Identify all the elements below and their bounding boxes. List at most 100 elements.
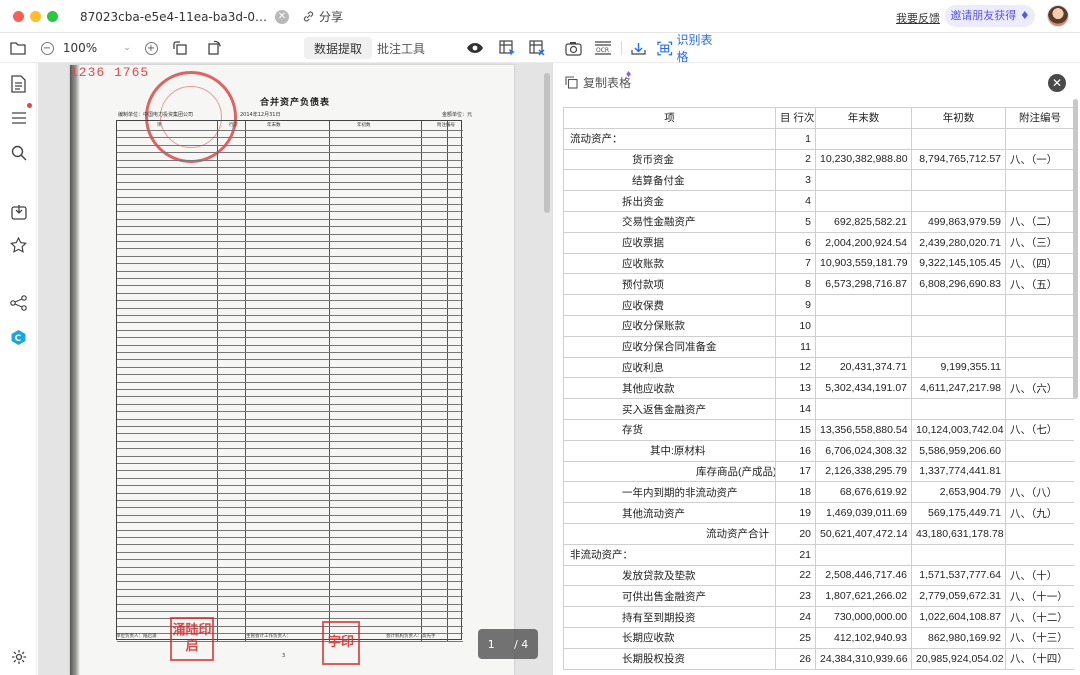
table-cell-note[interactable] — [1005, 522, 1074, 545]
table-cell-end[interactable]: 692,825,582.21 — [815, 210, 912, 233]
table-cell-name[interactable]: 预付款项 — [563, 273, 776, 296]
table-cell-no[interactable]: 18 — [775, 481, 816, 504]
table-cell-name[interactable]: 流动资产： — [563, 127, 776, 150]
table-cell-end[interactable]: 24,384,310,939.66 — [815, 647, 912, 670]
table-cell-no[interactable]: 2 — [775, 148, 816, 171]
table-cell-no[interactable]: 14 — [775, 398, 816, 420]
table-cell-end[interactable] — [815, 127, 912, 150]
table-cell-note[interactable]: 八、（五） — [1005, 273, 1074, 296]
star-icon[interactable] — [9, 235, 28, 254]
table-cell-begin[interactable]: 1,022,604,108.87 — [911, 606, 1006, 628]
table-cell-name[interactable]: 非流动资产： — [563, 543, 776, 566]
window-zoom-button[interactable] — [47, 11, 58, 22]
table-row[interactable]: 应收保费 9 — [563, 294, 1074, 316]
table-cell-end[interactable] — [815, 543, 912, 566]
table-cell-end[interactable]: 730,000,000.00 — [815, 606, 912, 628]
table-row[interactable]: 长期应收款 25 412,102,940.93 862,980,169.92 八、（十三… — [563, 626, 1074, 649]
table-header-cell[interactable]: 目 行次 — [775, 107, 816, 129]
table-cell-note[interactable]: 八、（十四） — [1005, 647, 1074, 670]
table-row[interactable]: 长期股权投资 26 24,384,310,939.66 20,985,924,054.… — [563, 647, 1074, 670]
table-row[interactable]: 存货 15 13,356,558,880.54 10,124,003,742.04 八、… — [563, 418, 1074, 441]
table-cell-end[interactable] — [815, 335, 912, 358]
table-cell-note[interactable]: 八、（十二） — [1005, 606, 1074, 628]
mindmap-icon[interactable] — [9, 293, 28, 312]
table-cell-end[interactable]: 6,573,298,716.87 — [815, 273, 912, 296]
zoom-level[interactable]: 100% — [60, 33, 100, 63]
page-indicator[interactable]: 1 / 4 — [478, 629, 538, 659]
table-row[interactable]: 非流动资产： 21 — [563, 543, 1074, 566]
table-header-cell[interactable]: 年末数 — [815, 107, 912, 129]
table-cell-no[interactable]: 13 — [775, 377, 816, 400]
table-row[interactable]: 发放贷款及垫款 22 2,508,446,717.46 1,571,537,777.6… — [563, 564, 1074, 587]
table-cell-begin[interactable]: 2,653,904.79 — [911, 481, 1006, 504]
table-cell-note[interactable] — [1005, 314, 1074, 337]
table-cell-begin[interactable]: 1,337,774,441.81 — [911, 460, 1006, 483]
import-icon[interactable] — [9, 202, 28, 221]
table-cell-name[interactable]: 库存商品(产成品) — [563, 460, 776, 483]
table-cell-begin[interactable]: 2,439,280,020.71 — [911, 231, 1006, 254]
table-cell-note[interactable]: 八、（六） — [1005, 377, 1074, 400]
table-cell-begin[interactable] — [911, 190, 1006, 212]
zoom-out-button[interactable]: − — [38, 33, 56, 63]
table-cell-name[interactable]: 应收分保账款 — [563, 314, 776, 337]
panel-scrollbar[interactable] — [1073, 99, 1078, 399]
table-row[interactable]: 应收票据 6 2,004,200,924.54 2,439,280,020.71 八、（… — [563, 231, 1074, 254]
table-cell-end[interactable]: 2,508,446,717.46 — [815, 564, 912, 587]
table-cell-end[interactable]: 1,807,621,266.02 — [815, 585, 912, 608]
table-cell-name[interactable]: 其他应收款 — [563, 377, 776, 400]
table-row[interactable]: 一年内到期的非流动资产 18 68,676,619.92 2,653,904.79 八、… — [563, 481, 1074, 504]
table-cell-begin[interactable]: 9,322,145,105.45 — [911, 252, 1006, 275]
folder-icon[interactable] — [8, 33, 28, 63]
table-cell-no[interactable]: 7 — [775, 252, 816, 275]
table-cell-end[interactable]: 20,431,374.71 — [815, 356, 912, 379]
table-row[interactable]: 库存商品(产成品) 17 2,126,338,295.79 1,337,774,441… — [563, 460, 1074, 483]
feedback-link[interactable]: 我要反馈 — [896, 10, 940, 26]
table-cell-note[interactable]: 八、（八） — [1005, 481, 1074, 504]
table-cell-begin[interactable]: 6,808,296,690.83 — [911, 273, 1006, 296]
table-cell-no[interactable]: 17 — [775, 460, 816, 483]
table-cell-note[interactable]: 八、（四） — [1005, 252, 1074, 275]
share-button[interactable]: 分享 — [302, 8, 343, 25]
table-cell-end[interactable] — [815, 314, 912, 337]
table-cell-note[interactable] — [1005, 398, 1074, 420]
table-row[interactable]: 货币资金 2 10,230,382,988.80 8,794,765,712.57 八、… — [563, 148, 1074, 171]
table-cell-note[interactable] — [1005, 460, 1074, 483]
search-icon[interactable] — [9, 143, 28, 162]
recognize-table-button[interactable]: 识别表格 — [657, 33, 723, 64]
table-cell-end[interactable]: 412,102,940.93 — [815, 626, 912, 649]
table-row[interactable]: 其他应收款 13 5,302,434,191.07 4,611,247,217.98 八… — [563, 377, 1074, 400]
avatar[interactable] — [1047, 5, 1069, 27]
table-cell-end[interactable]: 2,004,200,924.54 — [815, 231, 912, 254]
table-cell-end[interactable]: 10,230,382,988.80 — [815, 148, 912, 171]
table-cell-end[interactable]: 13,356,558,880.54 — [815, 418, 912, 441]
table-cell-name[interactable]: 持有至到期投资 — [563, 606, 776, 628]
outline-list-icon[interactable] — [9, 108, 28, 127]
table-cell-note[interactable] — [1005, 356, 1074, 379]
table-cell-begin[interactable]: 20,985,924,054.02 — [911, 647, 1006, 670]
table-cell-no[interactable]: 10 — [775, 314, 816, 337]
table-cell-no[interactable]: 6 — [775, 231, 816, 254]
table-row[interactable]: 应收分保合同准备金 11 — [563, 335, 1074, 358]
window-minimize-button[interactable] — [30, 11, 41, 22]
table-cell-no[interactable]: 12 — [775, 356, 816, 379]
settings-gear-icon[interactable] — [9, 647, 28, 666]
table-header-cell[interactable]: 年初数 — [911, 107, 1006, 129]
table-cell-no[interactable]: 16 — [775, 439, 816, 462]
table-cell-note[interactable] — [1005, 190, 1074, 212]
table-cell-name[interactable]: 货币资金 — [563, 148, 776, 171]
table-cell-no[interactable]: 4 — [775, 190, 816, 212]
eye-icon[interactable] — [465, 33, 485, 63]
table-cell-begin[interactable] — [911, 169, 1006, 192]
table-cell-note[interactable]: 八、（二） — [1005, 210, 1074, 233]
table-cell-name[interactable]: 其他流动资产 — [563, 502, 776, 524]
table-cell-begin[interactable]: 8,794,765,712.57 — [911, 148, 1006, 171]
table-cell-no[interactable]: 15 — [775, 418, 816, 441]
table-cell-name[interactable]: 应收保费 — [563, 294, 776, 316]
ocr-icon[interactable]: OCR — [593, 33, 613, 63]
data-extract-tab[interactable]: 数据提取 — [304, 37, 373, 59]
table-cell-begin[interactable]: 499,863,979.59 — [911, 210, 1006, 233]
table-row[interactable]: 流动资产： 1 — [563, 127, 1074, 150]
table-cell-no[interactable]: 11 — [775, 335, 816, 358]
table-cell-note[interactable] — [1005, 169, 1074, 192]
screenshot-icon[interactable] — [563, 33, 583, 63]
